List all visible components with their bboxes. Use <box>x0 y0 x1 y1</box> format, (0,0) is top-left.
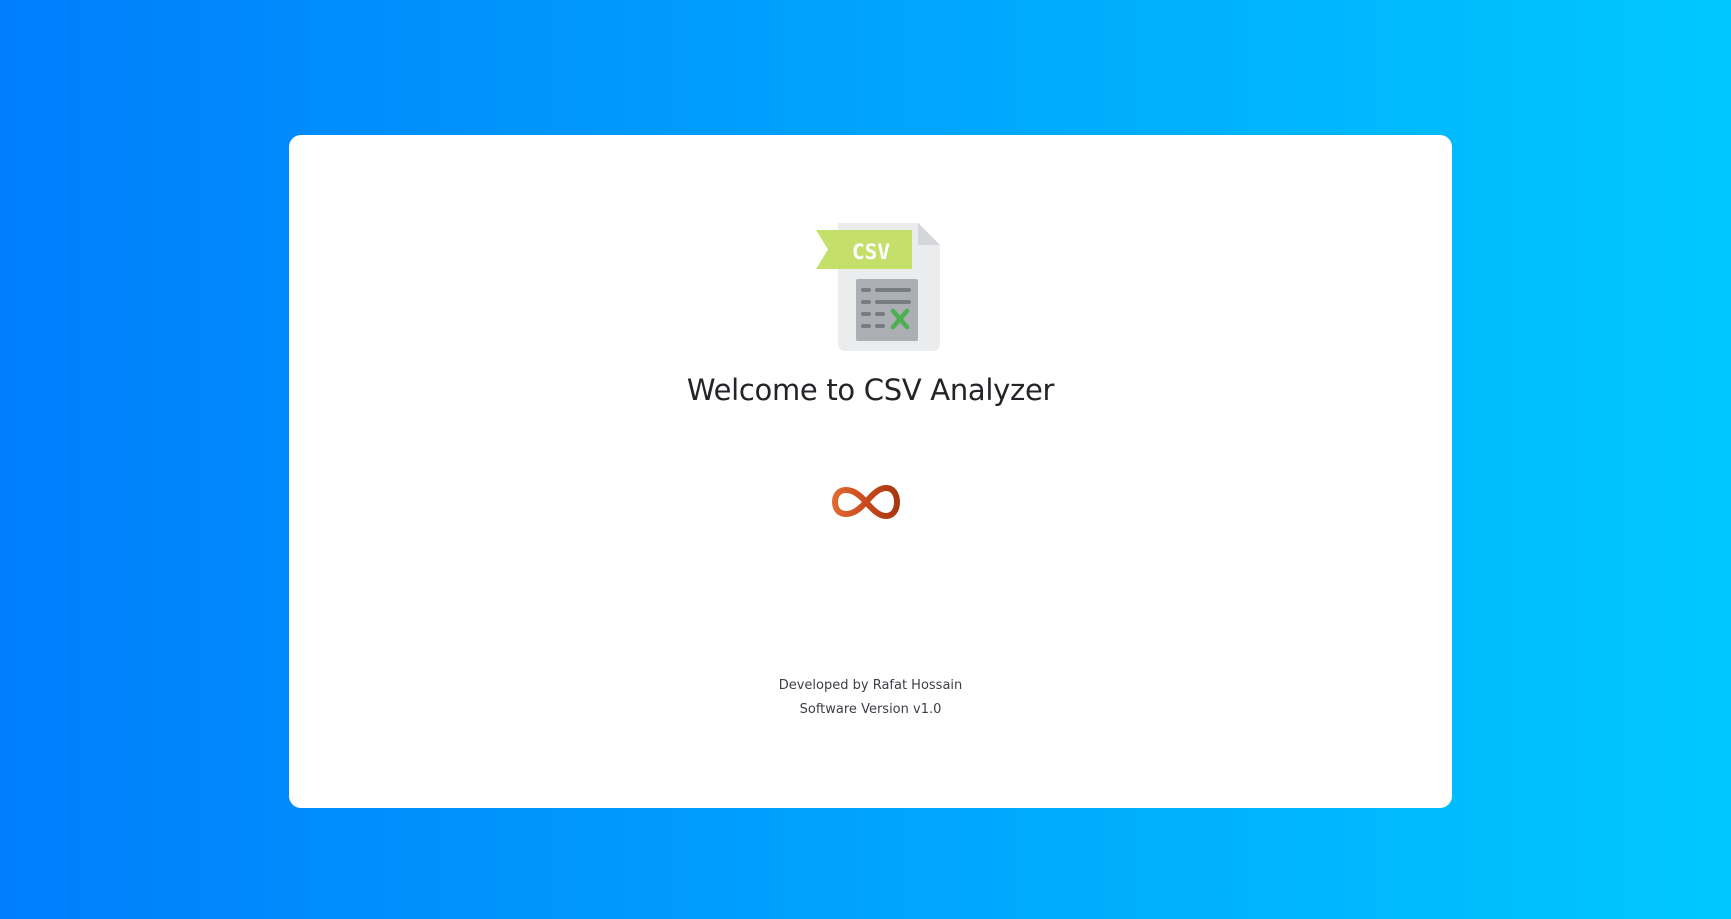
developer-credit: Developed by Rafat Hossain <box>778 678 963 693</box>
welcome-card: CSV Welcome to CSV Analyzer Developed by… <box>289 135 1452 808</box>
csv-badge-text: CSV <box>852 240 890 264</box>
welcome-title: Welcome to CSV Analyzer <box>686 373 1055 407</box>
infinity-loader-icon <box>831 484 901 520</box>
software-version: Software Version v1.0 <box>799 702 942 717</box>
footer-info: Developed by Rafat Hossain Software Vers… <box>289 674 1452 722</box>
csv-file-icon: CSV <box>816 223 940 351</box>
